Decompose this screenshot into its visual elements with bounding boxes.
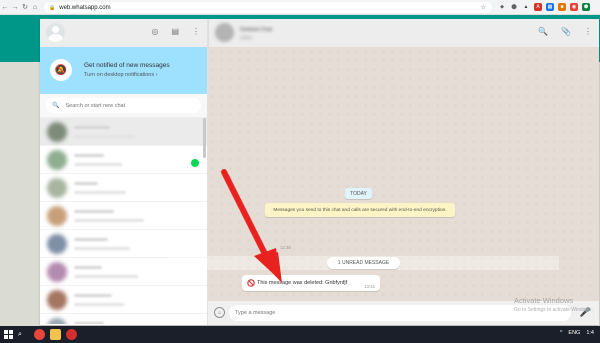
extension-icon-1[interactable]: ◆: [498, 3, 506, 11]
address-bar[interactable]: 🔒 web.whatsapp.com ☆: [44, 2, 492, 13]
chat-list: [40, 118, 207, 324]
message-timestamp: 13:41: [364, 284, 375, 289]
menu-icon[interactable]: ⋮: [584, 27, 592, 36]
home-button[interactable]: ⌂: [30, 0, 40, 15]
file-explorer-taskbar-icon[interactable]: [50, 329, 61, 340]
bookmark-star-icon[interactable]: ☆: [481, 4, 486, 11]
sidebar: ◎ ▤ ⋮ 🔕 Get notified of new messages Tur…: [40, 19, 208, 325]
extension-icon-4[interactable]: A: [534, 3, 542, 11]
extension-icon-8[interactable]: ⬢: [582, 3, 590, 11]
search-input[interactable]: [65, 102, 196, 109]
extensions-area: ◆ ⬤ ▲ A ▦ ■ ◉ ⬢: [498, 3, 590, 11]
notification-banner[interactable]: 🔕 Get notified of new messages Turn on d…: [40, 47, 207, 94]
new-chat-icon[interactable]: ▤: [171, 27, 179, 36]
extension-icon-2[interactable]: ⬤: [510, 3, 518, 11]
sidebar-header: ◎ ▤ ⋮: [40, 19, 207, 47]
watermark-title: Activate Windows: [514, 296, 574, 305]
extension-icon-3[interactable]: ▲: [522, 3, 530, 11]
notification-title: Get notified of new messages: [84, 62, 170, 69]
contact-avatar: [47, 318, 67, 324]
contact-name[interactable]: Deleted Chat: [240, 27, 272, 33]
chat-list-item[interactable]: [40, 174, 207, 202]
opera-taskbar-icon[interactable]: [66, 329, 77, 340]
search-icon[interactable]: 🔍: [538, 27, 548, 36]
contact-avatar: [47, 150, 67, 170]
back-button[interactable]: ←: [0, 0, 10, 15]
chat-list-item[interactable]: [40, 202, 207, 230]
search-icon: 🔍: [52, 103, 60, 109]
contact-status: online: [240, 35, 253, 40]
message-text: This message was deleted: Gnbfynfjf: [257, 280, 348, 286]
deleted-message-bubble[interactable]: This message was deleted: Gnbfynfjf 13:4…: [242, 275, 380, 291]
activate-windows-watermark: Activate Windows Go to Settings to activ…: [514, 296, 593, 313]
chat-list-item[interactable]: [40, 230, 207, 258]
tray-chevron-icon[interactable]: ^: [560, 330, 563, 336]
contact-avatar: [47, 122, 67, 142]
extension-icon-7[interactable]: ◉: [570, 3, 578, 11]
contact-avatar: [47, 178, 67, 198]
user-avatar[interactable]: [46, 23, 65, 42]
url-text[interactable]: web.whatsapp.com: [59, 5, 110, 11]
deleted-message-icon: [247, 279, 255, 287]
unread-messages-label: 1 UNREAD MESSAGE: [327, 257, 400, 269]
notifications-off-icon: 🔕: [50, 59, 72, 81]
notice-timestamp: 12:38: [280, 245, 291, 250]
search-box[interactable]: 🔍: [46, 98, 201, 113]
chat-list-item[interactable]: [40, 146, 207, 174]
extension-icon-6[interactable]: ■: [558, 3, 566, 11]
contact-avatar: [47, 290, 67, 310]
chat-list-item[interactable]: [40, 286, 207, 314]
forward-button[interactable]: →: [10, 0, 20, 15]
attach-icon[interactable]: 📎: [561, 27, 571, 36]
taskbar-search-icon[interactable]: ⌕: [18, 331, 22, 339]
conversation-header[interactable]: Deleted Chat online 🔍 📎 ⋮: [208, 19, 599, 47]
system-tray: ^ ENG 1:4: [560, 330, 594, 336]
clock[interactable]: 1:4: [586, 330, 594, 336]
contact-avatar[interactable]: [215, 23, 234, 42]
extension-icon-5[interactable]: ▦: [546, 3, 554, 11]
contact-avatar: [47, 262, 67, 282]
encryption-notice[interactable]: Messages you send to this chat and calls…: [265, 203, 455, 217]
chat-list-item[interactable]: [40, 314, 207, 324]
reload-button[interactable]: ↻: [20, 0, 30, 15]
windows-taskbar: ⌕ ^ ENG 1:4: [0, 326, 600, 343]
language-indicator[interactable]: ENG: [568, 330, 580, 336]
lock-icon: 🔒: [49, 4, 56, 11]
contact-avatar: [47, 234, 67, 254]
windows-start-icon[interactable]: [4, 330, 13, 339]
search-bar: 🔍: [40, 94, 207, 118]
status-icon[interactable]: ◎: [151, 27, 158, 36]
browser-toolbar: ← → ↻ ⌂ 🔒 web.whatsapp.com ☆ ◆ ⬤ ▲ A ▦ ■…: [0, 0, 600, 15]
contact-avatar: [47, 206, 67, 226]
emoji-icon[interactable]: ☺: [214, 307, 225, 318]
menu-icon[interactable]: ⋮: [192, 27, 200, 36]
watermark-subtitle: Go to Settings to activate Windows.: [514, 307, 593, 313]
enable-notifications-link[interactable]: Turn on desktop notifications ›: [84, 72, 157, 78]
chrome-taskbar-icon[interactable]: [34, 329, 45, 340]
date-divider: TODAY: [345, 188, 372, 199]
unread-count-badge: [191, 159, 199, 167]
chat-list-item[interactable]: [40, 118, 207, 146]
chat-list-scrollbar[interactable]: [203, 118, 206, 158]
